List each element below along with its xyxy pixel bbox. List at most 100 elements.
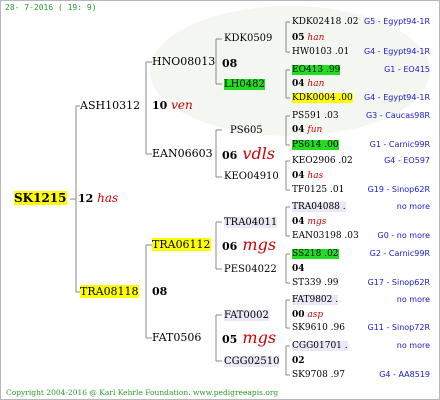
gen4-node-3[interactable]: PS605 [230, 123, 263, 138]
gen5-code[interactable]: HW0103 .01 [292, 47, 349, 57]
gen5-code[interactable]: TF0125 .01 [292, 185, 344, 195]
gen4-node-8[interactable]: CGG02510 [224, 354, 280, 369]
gen5-code[interactable]: SS218 .02 [292, 249, 339, 259]
gen5-node-1[interactable]: KDK02418 .02 [292, 16, 358, 28]
root-info: 12 has [78, 191, 118, 206]
gen4-info-6: 04 [292, 262, 305, 277]
gen5-tag-11: G2 - Carnic99R [369, 249, 430, 258]
gen4-code[interactable]: KEO04910 [224, 171, 279, 182]
gen5-tag-14: G11 - Sinop72R [367, 323, 430, 332]
gen4-num: 02 [292, 356, 305, 366]
gen4-node-6[interactable]: PES04022 [224, 262, 277, 277]
gen5-node-11[interactable]: SS218 .02 [292, 248, 339, 260]
gen4-q: han [307, 33, 325, 43]
gen4-node-4[interactable]: KEO04910 [224, 169, 279, 184]
gen4-num: 04 [292, 125, 305, 135]
gen5-node-13[interactable]: FAT9802 . [292, 294, 339, 306]
root-queen[interactable]: SK1215 [14, 191, 67, 206]
gen4-num: 05 [292, 33, 305, 43]
gen4-code[interactable]: PS605 [230, 125, 263, 136]
gen5-tag-10: G0 - no more [377, 231, 431, 240]
gen2-node-2[interactable]: TRA08118 [80, 284, 139, 299]
gen4-node-5[interactable]: TRA04011 [224, 215, 278, 230]
gen4-code[interactable]: TRA04011 [224, 217, 278, 228]
gen5-node-5[interactable]: PS591 .03 [292, 110, 339, 122]
gen3-num: 05 [222, 333, 238, 346]
gen5-node-4[interactable]: KDK0004 .00 [292, 92, 353, 104]
gen4-node-2[interactable]: LH0482 [224, 77, 265, 92]
gen3-code[interactable]: HNO08013 [152, 55, 215, 68]
gen4-info-1: 05 han [292, 31, 324, 46]
gen4-info-3: 04 fun [292, 123, 322, 138]
gen2-num: 10 [152, 99, 168, 112]
gen5-node-10[interactable]: EAN03198 .03 [292, 230, 359, 242]
gen3-node-3[interactable]: TRA06112 [152, 237, 211, 252]
gen5-node-8[interactable]: TF0125 .01 [292, 184, 344, 196]
gen3-code[interactable]: FAT0506 [152, 331, 201, 344]
gen3-node-4[interactable]: FAT0506 [152, 330, 201, 345]
gen5-code[interactable]: PS591 .03 [292, 111, 339, 121]
gen5-code[interactable]: EO413 .99 [292, 65, 341, 75]
gen2-num: 08 [152, 285, 168, 298]
gen5-node-16[interactable]: SK9708 .97 [292, 369, 345, 381]
gen2-info-1: 10 ven [152, 98, 193, 113]
gen5-tag-1: G5 - Egypt94-1R [363, 17, 430, 26]
gen4-info-4: 04 has [292, 169, 323, 184]
gen3-node-1[interactable]: HNO08013 [152, 54, 215, 69]
gen4-q: fun [307, 125, 323, 135]
gen5-node-15[interactable]: CGG01701 . [292, 340, 348, 352]
gen4-code[interactable]: PES04022 [224, 264, 277, 275]
gen5-code[interactable]: KDK0004 .00 [292, 93, 353, 103]
gen5-node-9[interactable]: TRA04088 . [292, 201, 346, 213]
gen5-code[interactable]: PS614 .00 [292, 140, 339, 150]
gen3-node-2[interactable]: EAN06603 [152, 146, 213, 161]
gen3-num: 08 [222, 57, 238, 70]
gen5-node-7[interactable]: KEO2906 .02 [292, 155, 353, 167]
gen3-code[interactable]: TRA06112 [152, 238, 211, 251]
root-q: has [97, 191, 119, 205]
gen4-num: 04 [292, 217, 305, 227]
gen4-num: 00 [292, 310, 305, 320]
gen4-node-7[interactable]: FAT0002 [224, 308, 269, 323]
gen5-code[interactable]: CGG01701 . [292, 341, 348, 351]
root-code[interactable]: SK1215 [14, 191, 67, 205]
gen5-code[interactable]: FAT9802 . [292, 295, 339, 305]
gen5-code[interactable]: ST339 .99 [292, 278, 339, 288]
gen2-info-2: 08 [152, 284, 167, 299]
gen3-q: mgs [242, 328, 277, 347]
gen3-q: mgs [242, 235, 277, 254]
gen5-code[interactable]: KDK02418 .02 [292, 17, 358, 27]
gen4-code[interactable]: FAT0002 [224, 310, 269, 321]
gen4-info-5: 04 mgs [292, 215, 326, 230]
gen2-code[interactable]: ASH10312 [80, 99, 140, 112]
gen3-info-1: 08 [222, 54, 237, 71]
gen3-q: vdls [242, 144, 276, 163]
gen4-code[interactable]: CGG02510 [224, 356, 280, 367]
gen3-code[interactable]: EAN06603 [152, 147, 213, 160]
gen4-code[interactable]: LH0482 [224, 79, 265, 90]
gen5-code[interactable]: SK9610 .96 [292, 323, 345, 333]
gen5-node-12[interactable]: ST339 .99 [292, 277, 339, 289]
gen2-node-1[interactable]: ASH10312 [80, 98, 140, 113]
gen4-q: asp [307, 310, 324, 320]
gen5-node-14[interactable]: SK9610 .96 [292, 322, 345, 334]
gen5-tag-3: G1 - EO415 [384, 65, 430, 74]
gen5-tag-12: G17 - Sinop62R [367, 278, 430, 287]
gen5-code[interactable]: KEO2906 .02 [292, 156, 353, 166]
gen5-tag-13: no more [396, 295, 430, 304]
gen5-code[interactable]: SK9708 .97 [292, 370, 345, 380]
gen5-node-2[interactable]: HW0103 .01 [292, 46, 349, 58]
gen5-node-3[interactable]: EO413 .99 [292, 64, 341, 76]
gen5-code[interactable]: TRA04088 . [292, 202, 346, 212]
root-num: 12 [78, 192, 94, 205]
gen5-tag-15: no more [396, 341, 430, 350]
gen4-num: 04 [292, 171, 305, 181]
gen4-q: han [307, 79, 325, 89]
gen4-q: mgs [307, 217, 327, 227]
gen2-q: ven [171, 98, 193, 112]
gen4-node-1[interactable]: KDK0509 [224, 31, 272, 46]
gen4-code[interactable]: KDK0509 [224, 33, 272, 44]
gen2-code[interactable]: TRA08118 [80, 285, 139, 298]
gen5-code[interactable]: EAN03198 .03 [292, 231, 359, 241]
gen5-node-6[interactable]: PS614 .00 [292, 139, 339, 151]
